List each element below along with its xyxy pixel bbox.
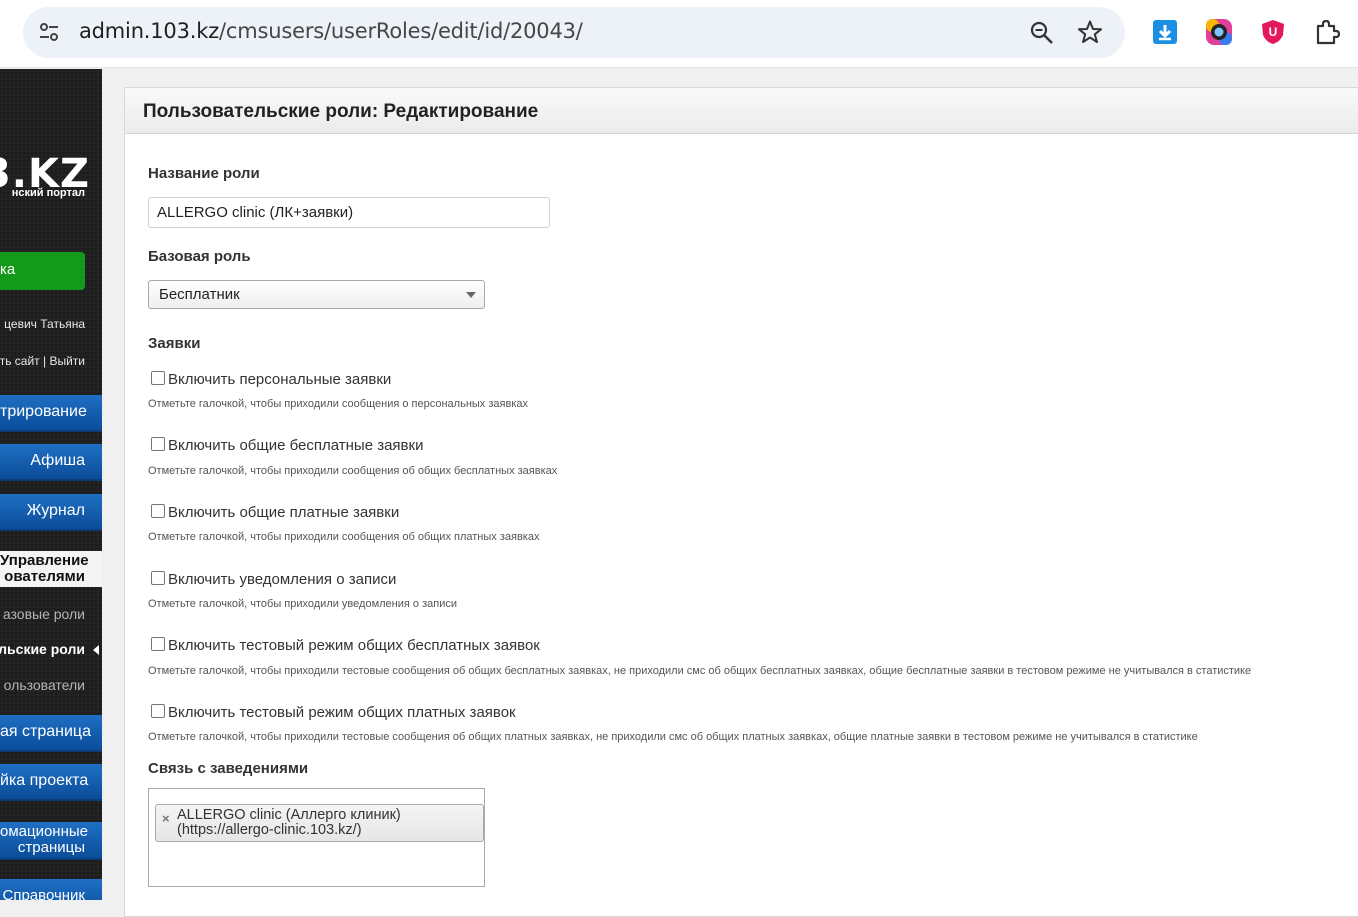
sidebar-item-journal[interactable]: Журнал xyxy=(0,494,102,531)
svg-text:U: U xyxy=(1269,25,1278,39)
checkbox-row-personal[interactable]: Включить персональные заявки xyxy=(151,371,391,388)
sidebar-item-info-pages[interactable]: омационные страницы xyxy=(0,822,102,860)
checkbox-personal[interactable] xyxy=(151,371,165,385)
green-action-button[interactable]: ка xyxy=(0,252,85,290)
info-pages-line1: омационные xyxy=(0,823,89,840)
checkbox-row-common-free[interactable]: Включить общие бесплатные заявки xyxy=(151,437,423,454)
info-pages-line2: страницы xyxy=(17,839,85,856)
venues-multiselect[interactable]: × ALLERGO clinic (Аллерго клиник) (https… xyxy=(148,788,485,887)
url-host: admin.103.kz xyxy=(79,19,220,43)
role-name-input[interactable]: ALLERGO clinic (ЛК+заявки) xyxy=(148,197,550,228)
sidebar-item-registration[interactable]: трирование xyxy=(0,395,102,432)
checkbox-booking-notify[interactable] xyxy=(151,571,165,585)
checkbox-common-free-label[interactable]: Включить общие бесплатные заявки xyxy=(168,437,423,454)
venue-chip-url: (https://allergo-clinic.103.kz/) xyxy=(177,822,362,838)
download-extension-icon[interactable] xyxy=(1151,18,1179,46)
venues-label: Связь с заведениями xyxy=(148,760,309,777)
checkbox-row-common-paid[interactable]: Включить общие платные заявки xyxy=(151,504,399,521)
sidebar-item-directory[interactable]: Справочник xyxy=(0,879,102,900)
checkbox-booking-notify-label[interactable]: Включить уведомления о записи xyxy=(168,571,396,588)
checkbox-row-booking-notify[interactable]: Включить уведомления о записи xyxy=(151,571,396,588)
edit-role-panel: Пользовательские роли: Редактирование На… xyxy=(124,87,1358,917)
checkbox-row-test-free[interactable]: Включить тестовый режим общих бесплатных… xyxy=(151,637,540,654)
hint-test-paid: Отметьте галочкой, чтобы приходили тесто… xyxy=(148,731,1198,743)
venue-chip-name: ALLERGO clinic (Аллерго клиник) xyxy=(177,807,401,823)
shield-extension-icon[interactable]: U xyxy=(1259,18,1287,46)
remove-chip-icon[interactable]: × xyxy=(162,811,170,826)
sidebar-item-project-settings[interactable]: йка проекта xyxy=(0,764,102,801)
url-path: /cmsusers/userRoles/edit/id/20043/ xyxy=(219,19,583,43)
sidebar-item-afisha[interactable]: Афиша xyxy=(0,444,102,481)
role-name-label: Название роли xyxy=(148,165,260,182)
site-logout-links[interactable]: ть сайт | Выйти xyxy=(0,354,85,368)
sidebar-section-user-management[interactable]: Управление ователями xyxy=(0,551,102,587)
hint-common-free: Отметьте галочкой, чтобы приходили сообщ… xyxy=(148,465,558,477)
checkbox-personal-label[interactable]: Включить персональные заявки xyxy=(168,371,391,388)
page-title: Пользовательские роли: Редактирование xyxy=(125,88,1358,134)
requests-section-label: Заявки xyxy=(148,335,201,352)
venue-chip: × ALLERGO clinic (Аллерго клиник) (https… xyxy=(155,804,484,842)
extensions-puzzle-icon[interactable] xyxy=(1313,18,1341,46)
hint-booking-notify: Отметьте галочкой, чтобы приходили уведо… xyxy=(148,598,457,610)
section-title-line1: Управление xyxy=(0,552,89,569)
admin-sidebar: 3.KZ нский портал ка цевич Татьяна ть са… xyxy=(0,69,102,900)
current-user-name: цевич Татьяна xyxy=(4,317,85,331)
logo-subtitle: нский портал xyxy=(11,187,85,199)
sidebar-item-main-page[interactable]: ая страница xyxy=(0,715,102,752)
base-role-selected: Бесплатник xyxy=(159,286,240,303)
checkbox-common-free[interactable] xyxy=(151,437,165,451)
checkbox-test-free-label[interactable]: Включить тестовый режим общих бесплатных… xyxy=(168,637,540,654)
sidebar-sub-base-roles[interactable]: азовые роли xyxy=(3,606,85,622)
browser-toolbar: admin.103.kz/cmsusers/userRoles/edit/id/… xyxy=(0,0,1358,68)
checkbox-test-free[interactable] xyxy=(151,637,165,651)
base-role-select[interactable]: Бесплатник xyxy=(148,280,485,309)
site-settings-icon[interactable] xyxy=(37,20,61,44)
color-picker-extension-icon[interactable] xyxy=(1205,18,1233,46)
active-item-arrow-icon xyxy=(93,645,99,655)
checkbox-test-paid[interactable] xyxy=(151,704,165,718)
sidebar-sub-user-roles[interactable]: льские роли xyxy=(0,641,85,657)
checkbox-common-paid-label[interactable]: Включить общие платные заявки xyxy=(168,504,399,521)
zoom-icon[interactable] xyxy=(1029,20,1055,46)
checkbox-row-test-paid[interactable]: Включить тестовый режим общих платных за… xyxy=(151,704,516,721)
hint-personal: Отметьте галочкой, чтобы приходили сообщ… xyxy=(148,398,528,410)
checkbox-test-paid-label[interactable]: Включить тестовый режим общих платных за… xyxy=(168,704,516,721)
url-text[interactable]: admin.103.kz/cmsusers/userRoles/edit/id/… xyxy=(79,19,583,43)
hint-common-paid: Отметьте галочкой, чтобы приходили сообщ… xyxy=(148,531,540,543)
sidebar-sub-users[interactable]: ользователи xyxy=(4,677,85,693)
checkbox-common-paid[interactable] xyxy=(151,504,165,518)
address-bar[interactable]: admin.103.kz/cmsusers/userRoles/edit/id/… xyxy=(23,7,1125,58)
hint-test-free: Отметьте галочкой, чтобы приходили тесто… xyxy=(148,665,1252,677)
section-title-line2: ователями xyxy=(4,568,85,585)
chevron-down-icon xyxy=(466,292,476,298)
bookmark-star-icon[interactable] xyxy=(1077,19,1103,45)
base-role-label: Базовая роль xyxy=(148,248,251,265)
